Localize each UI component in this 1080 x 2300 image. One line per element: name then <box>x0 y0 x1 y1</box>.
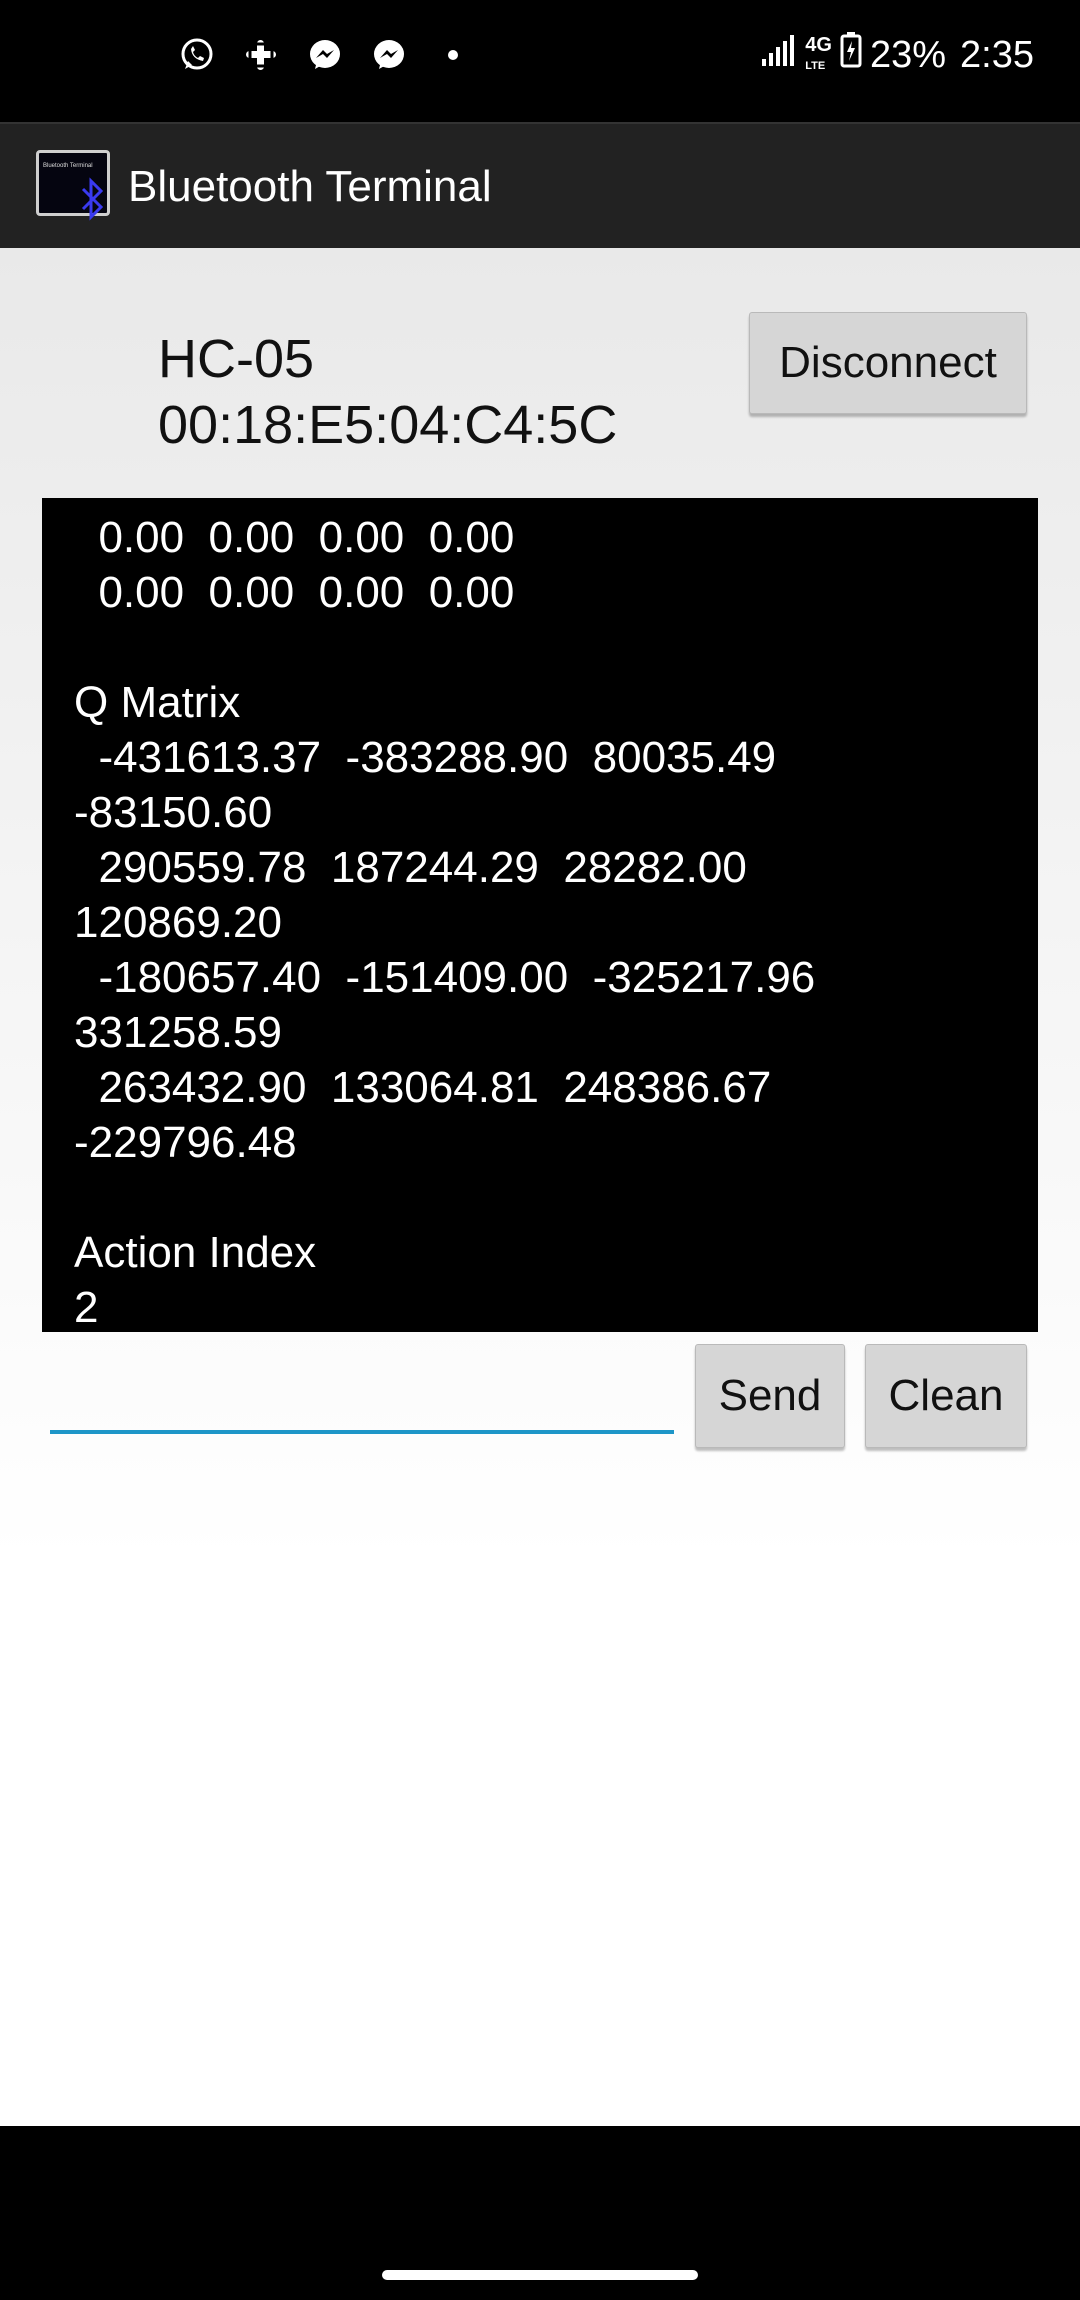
home-indicator[interactable] <box>382 2270 698 2280</box>
message-input[interactable] <box>50 1358 674 1434</box>
notification-icons <box>178 36 472 74</box>
messenger-icon <box>306 36 344 74</box>
slack-icon <box>242 36 280 74</box>
send-button[interactable]: Send <box>695 1344 845 1448</box>
app-bar: Bluetooth Terminal Bluetooth Terminal <box>0 122 1080 250</box>
network-type: 4G LTE <box>805 33 832 72</box>
terminal-output[interactable]: 0.00 0.00 0.00 0.00 0.00 0.00 0.00 0.00 … <box>42 498 1038 1332</box>
clock: 2:35 <box>960 33 1034 76</box>
messenger-icon <box>370 36 408 74</box>
app-title: Bluetooth Terminal <box>128 162 492 211</box>
main-content: HC-05 00:18:E5:04:C4:5C Disconnect 0.00 … <box>0 248 1080 2126</box>
whatsapp-icon <box>178 36 216 74</box>
disconnect-button[interactable]: Disconnect <box>749 312 1027 414</box>
status-bar: 4G LTE 23% 2:35 <box>0 0 1080 122</box>
device-address: 00:18:E5:04:C4:5C <box>158 395 618 455</box>
clean-button[interactable]: Clean <box>865 1344 1027 1448</box>
signal-icon <box>761 33 797 77</box>
navigation-bar <box>0 2126 1080 2300</box>
system-status: 4G LTE 23% 2:35 <box>761 32 1034 78</box>
battery-icon <box>840 32 862 78</box>
app-logo: Bluetooth Terminal <box>36 150 110 221</box>
app-logo-text: Bluetooth Terminal <box>43 163 93 169</box>
battery-percent: 23% <box>869 33 947 76</box>
dot-icon <box>434 36 472 74</box>
screen: 4G LTE 23% 2:35 Bluetooth Terminal Blueto… <box>0 0 1080 2300</box>
device-name: HC-05 <box>158 329 315 389</box>
bluetooth-icon <box>81 177 104 221</box>
terminal-text: 0.00 0.00 0.00 0.00 0.00 0.00 0.00 0.00 … <box>74 513 816 1332</box>
